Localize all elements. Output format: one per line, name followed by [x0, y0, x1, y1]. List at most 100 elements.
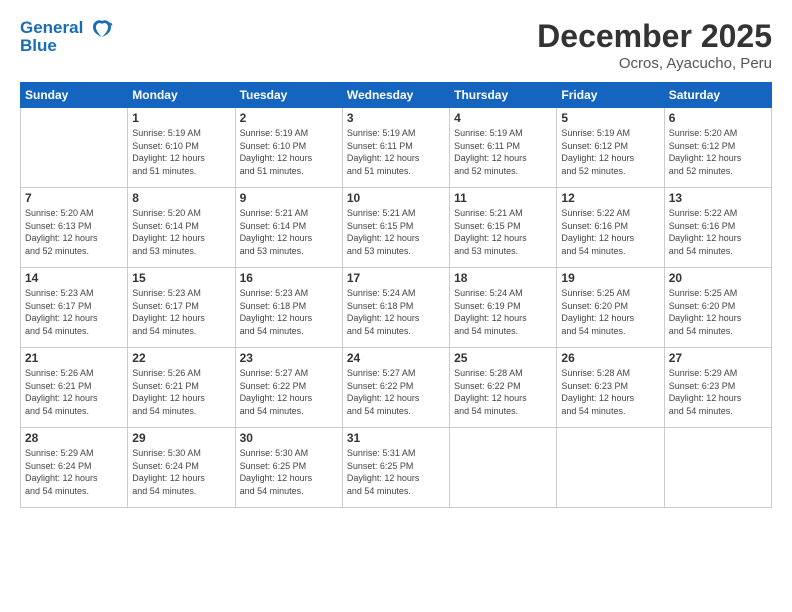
month-title: December 2025 — [537, 18, 772, 55]
cell-info: Sunrise: 5:21 AM Sunset: 6:15 PM Dayligh… — [454, 207, 552, 257]
day-number: 10 — [347, 191, 445, 205]
cell-info: Sunrise: 5:19 AM Sunset: 6:10 PM Dayligh… — [240, 127, 338, 177]
cell-info: Sunrise: 5:27 AM Sunset: 6:22 PM Dayligh… — [347, 367, 445, 417]
logo-text: General Blue — [20, 18, 113, 56]
day-number: 26 — [561, 351, 659, 365]
table-row: 22 Sunrise: 5:26 AM Sunset: 6:21 PM Dayli… — [128, 348, 235, 428]
table-row: 2 Sunrise: 5:19 AM Sunset: 6:10 PM Daylig… — [235, 108, 342, 188]
table-row: 5 Sunrise: 5:19 AM Sunset: 6:12 PM Daylig… — [557, 108, 664, 188]
day-number: 5 — [561, 111, 659, 125]
cell-info: Sunrise: 5:30 AM Sunset: 6:24 PM Dayligh… — [132, 447, 230, 497]
table-row: 29 Sunrise: 5:30 AM Sunset: 6:24 PM Dayli… — [128, 428, 235, 508]
table-row: 26 Sunrise: 5:28 AM Sunset: 6:23 PM Dayli… — [557, 348, 664, 428]
page: General Blue December 2025 Ocros, Ayacuc… — [0, 0, 792, 612]
day-number: 11 — [454, 191, 552, 205]
cell-info: Sunrise: 5:26 AM Sunset: 6:21 PM Dayligh… — [25, 367, 123, 417]
day-number: 25 — [454, 351, 552, 365]
calendar-week-row: 28 Sunrise: 5:29 AM Sunset: 6:24 PM Dayli… — [21, 428, 772, 508]
table-row: 10 Sunrise: 5:21 AM Sunset: 6:15 PM Dayli… — [342, 188, 449, 268]
day-number: 6 — [669, 111, 767, 125]
day-number: 7 — [25, 191, 123, 205]
day-number: 15 — [132, 271, 230, 285]
day-number: 14 — [25, 271, 123, 285]
cell-info: Sunrise: 5:22 AM Sunset: 6:16 PM Dayligh… — [669, 207, 767, 257]
cell-info: Sunrise: 5:19 AM Sunset: 6:11 PM Dayligh… — [454, 127, 552, 177]
table-row: 24 Sunrise: 5:27 AM Sunset: 6:22 PM Dayli… — [342, 348, 449, 428]
table-row: 4Sunrise: 5:19 AM Sunset: 6:11 PM Daylig… — [450, 108, 557, 188]
day-number: 13 — [669, 191, 767, 205]
cell-info: Sunrise: 5:24 AM Sunset: 6:19 PM Dayligh… — [454, 287, 552, 337]
table-row: 17 Sunrise: 5:24 AM Sunset: 6:18 PM Dayli… — [342, 268, 449, 348]
cell-info: Sunrise: 5:28 AM Sunset: 6:22 PM Dayligh… — [454, 367, 552, 417]
day-number: 2 — [240, 111, 338, 125]
cell-info: Sunrise: 5:19 AM Sunset: 6:12 PM Dayligh… — [561, 127, 659, 177]
col-sunday: Sunday — [21, 83, 128, 108]
cell-info: Sunrise: 5:28 AM Sunset: 6:23 PM Dayligh… — [561, 367, 659, 417]
day-number: 29 — [132, 431, 230, 445]
table-row: 20Sunrise: 5:25 AM Sunset: 6:20 PM Dayli… — [664, 268, 771, 348]
cell-info: Sunrise: 5:24 AM Sunset: 6:18 PM Dayligh… — [347, 287, 445, 337]
day-number: 12 — [561, 191, 659, 205]
title-block: December 2025 Ocros, Ayacucho, Peru — [537, 18, 772, 72]
cell-info: Sunrise: 5:30 AM Sunset: 6:25 PM Dayligh… — [240, 447, 338, 497]
day-number: 19 — [561, 271, 659, 285]
table-row — [450, 428, 557, 508]
col-wednesday: Wednesday — [342, 83, 449, 108]
table-row: 30 Sunrise: 5:30 AM Sunset: 6:25 PM Dayli… — [235, 428, 342, 508]
table-row: 3Sunrise: 5:19 AM Sunset: 6:11 PM Daylig… — [342, 108, 449, 188]
day-number: 24 — [347, 351, 445, 365]
calendar-header-row: Sunday Monday Tuesday Wednesday Thursday… — [21, 83, 772, 108]
col-tuesday: Tuesday — [235, 83, 342, 108]
day-number: 8 — [132, 191, 230, 205]
table-row: 8Sunrise: 5:20 AM Sunset: 6:14 PM Daylig… — [128, 188, 235, 268]
table-row: 1 Sunrise: 5:19 AM Sunset: 6:10 PM Daylig… — [128, 108, 235, 188]
cell-info: Sunrise: 5:19 AM Sunset: 6:10 PM Dayligh… — [132, 127, 230, 177]
cell-info: Sunrise: 5:20 AM Sunset: 6:13 PM Dayligh… — [25, 207, 123, 257]
table-row: 15 Sunrise: 5:23 AM Sunset: 6:17 PM Dayli… — [128, 268, 235, 348]
day-number: 21 — [25, 351, 123, 365]
cell-info: Sunrise: 5:23 AM Sunset: 6:18 PM Dayligh… — [240, 287, 338, 337]
table-row: 28 Sunrise: 5:29 AM Sunset: 6:24 PM Dayli… — [21, 428, 128, 508]
cell-info: Sunrise: 5:21 AM Sunset: 6:14 PM Dayligh… — [240, 207, 338, 257]
day-number: 22 — [132, 351, 230, 365]
cell-info: Sunrise: 5:25 AM Sunset: 6:20 PM Dayligh… — [669, 287, 767, 337]
calendar-week-row: 21 Sunrise: 5:26 AM Sunset: 6:21 PM Dayli… — [21, 348, 772, 428]
cell-info: Sunrise: 5:25 AM Sunset: 6:20 PM Dayligh… — [561, 287, 659, 337]
table-row: 16 Sunrise: 5:23 AM Sunset: 6:18 PM Dayli… — [235, 268, 342, 348]
table-row — [21, 108, 128, 188]
day-number: 18 — [454, 271, 552, 285]
table-row: 9Sunrise: 5:21 AM Sunset: 6:14 PM Daylig… — [235, 188, 342, 268]
cell-info: Sunrise: 5:23 AM Sunset: 6:17 PM Dayligh… — [132, 287, 230, 337]
col-saturday: Saturday — [664, 83, 771, 108]
table-row: 25 Sunrise: 5:28 AM Sunset: 6:22 PM Dayli… — [450, 348, 557, 428]
table-row: 13 Sunrise: 5:22 AM Sunset: 6:16 PM Dayli… — [664, 188, 771, 268]
day-number: 23 — [240, 351, 338, 365]
calendar-week-row: 1 Sunrise: 5:19 AM Sunset: 6:10 PM Daylig… — [21, 108, 772, 188]
table-row: 18 Sunrise: 5:24 AM Sunset: 6:19 PM Dayli… — [450, 268, 557, 348]
header: General Blue December 2025 Ocros, Ayacuc… — [20, 18, 772, 72]
cell-info: Sunrise: 5:29 AM Sunset: 6:23 PM Dayligh… — [669, 367, 767, 417]
table-row: 6Sunrise: 5:20 AM Sunset: 6:12 PM Daylig… — [664, 108, 771, 188]
cell-info: Sunrise: 5:26 AM Sunset: 6:21 PM Dayligh… — [132, 367, 230, 417]
day-number: 1 — [132, 111, 230, 125]
day-number: 16 — [240, 271, 338, 285]
col-friday: Friday — [557, 83, 664, 108]
day-number: 17 — [347, 271, 445, 285]
day-number: 28 — [25, 431, 123, 445]
logo: General Blue — [20, 18, 113, 56]
table-row: 11 Sunrise: 5:21 AM Sunset: 6:15 PM Dayli… — [450, 188, 557, 268]
table-row: 31Sunrise: 5:31 AM Sunset: 6:25 PM Dayli… — [342, 428, 449, 508]
cell-info: Sunrise: 5:27 AM Sunset: 6:22 PM Dayligh… — [240, 367, 338, 417]
day-number: 30 — [240, 431, 338, 445]
cell-info: Sunrise: 5:21 AM Sunset: 6:15 PM Dayligh… — [347, 207, 445, 257]
location-subtitle: Ocros, Ayacucho, Peru — [537, 55, 772, 72]
table-row: 12Sunrise: 5:22 AM Sunset: 6:16 PM Dayli… — [557, 188, 664, 268]
table-row: 19 Sunrise: 5:25 AM Sunset: 6:20 PM Dayli… — [557, 268, 664, 348]
calendar-table: Sunday Monday Tuesday Wednesday Thursday… — [20, 82, 772, 508]
calendar-week-row: 14 Sunrise: 5:23 AM Sunset: 6:17 PM Dayli… — [21, 268, 772, 348]
cell-info: Sunrise: 5:29 AM Sunset: 6:24 PM Dayligh… — [25, 447, 123, 497]
table-row — [557, 428, 664, 508]
table-row: 27Sunrise: 5:29 AM Sunset: 6:23 PM Dayli… — [664, 348, 771, 428]
table-row: 21 Sunrise: 5:26 AM Sunset: 6:21 PM Dayli… — [21, 348, 128, 428]
table-row — [664, 428, 771, 508]
